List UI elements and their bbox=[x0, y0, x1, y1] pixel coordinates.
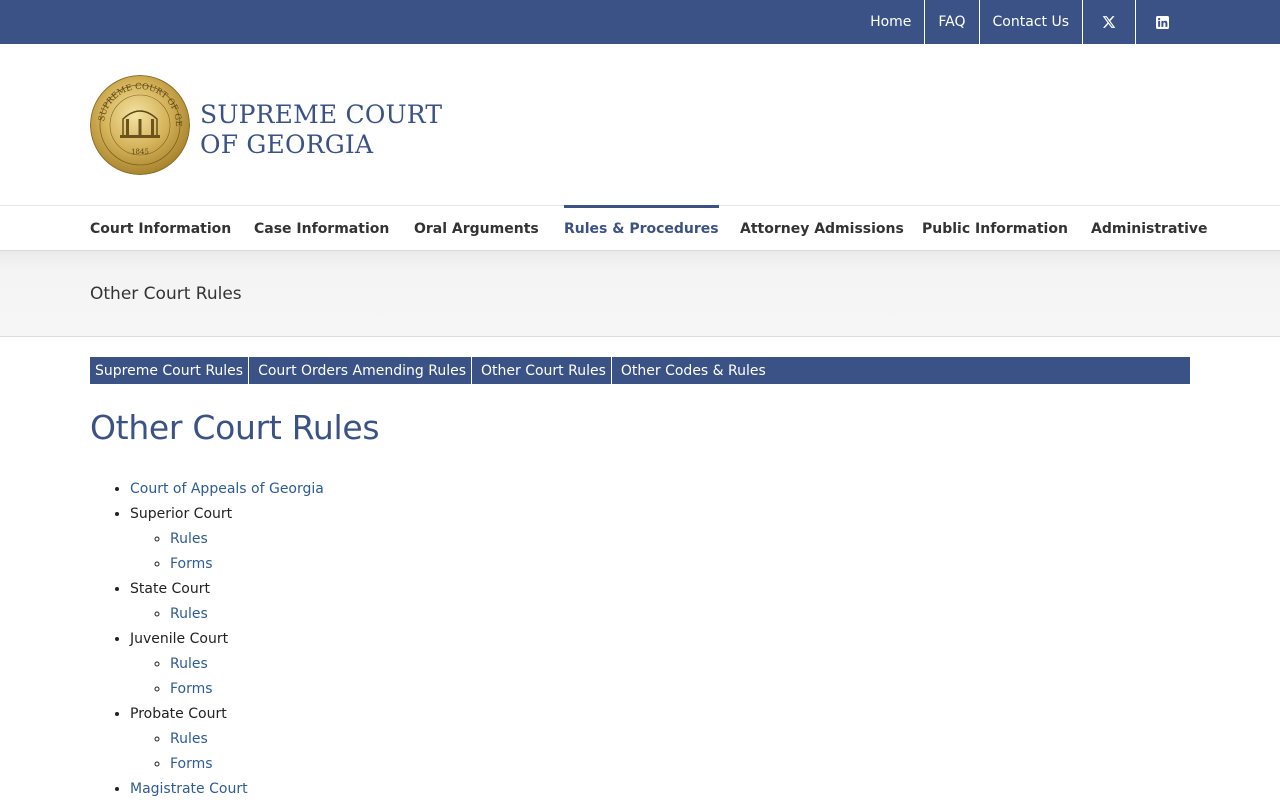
site-title-line2: OF GEORGIA bbox=[200, 130, 374, 159]
list-item: Forms bbox=[170, 677, 324, 702]
state-court-label: State Court bbox=[130, 581, 210, 597]
probate-rules-link[interactable]: Rules bbox=[170, 731, 208, 747]
list-item: Forms bbox=[170, 552, 324, 577]
x-twitter-link[interactable] bbox=[1082, 0, 1135, 44]
list-item: Forms bbox=[170, 752, 324, 777]
list-item: Rules bbox=[170, 727, 324, 752]
nav-public-information[interactable]: Public Information bbox=[922, 206, 1068, 251]
subnav-supreme-court-rules[interactable]: Supreme Court Rules bbox=[90, 357, 250, 384]
page-title-bar: Other Court Rules bbox=[0, 251, 1280, 337]
superior-rules-link[interactable]: Rules bbox=[170, 531, 208, 547]
georgia-seal-logo[interactable]: SUPREME COURT OF GEORGIA 1845 bbox=[90, 75, 190, 175]
magistrate-court-link[interactable]: Magistrate Court bbox=[130, 781, 248, 797]
top-nav-contact[interactable]: Contact Us bbox=[978, 0, 1082, 44]
juvenile-forms-link[interactable]: Forms bbox=[170, 681, 213, 697]
rules-subnav: Supreme Court Rules Court Orders Amendin… bbox=[90, 357, 1190, 384]
state-rules-link[interactable]: Rules bbox=[170, 606, 208, 622]
list-item: Court of Appeals of Georgia bbox=[130, 477, 324, 502]
list-item: Rules bbox=[170, 652, 324, 677]
juvenile-rules-link[interactable]: Rules bbox=[170, 656, 208, 672]
site-title[interactable]: SUPREME COURT OF GEORGIA bbox=[200, 100, 442, 160]
subnav-other-court-rules[interactable]: Other Court Rules bbox=[472, 357, 612, 384]
list-item: Magistrate Court bbox=[130, 777, 324, 800]
nav-rules-procedures[interactable]: Rules & Procedures bbox=[564, 205, 719, 251]
probate-forms-link[interactable]: Forms bbox=[170, 756, 213, 772]
probate-court-label: Probate Court bbox=[130, 706, 227, 722]
superior-forms-link[interactable]: Forms bbox=[170, 556, 213, 572]
site-header: SUPREME COURT OF GEORGIA 1845 SUPREME CO… bbox=[0, 44, 1280, 205]
main-nav: Court Information Case Information Oral … bbox=[0, 205, 1280, 251]
nav-case-information[interactable]: Case Information bbox=[254, 206, 389, 251]
top-nav-faq[interactable]: FAQ bbox=[924, 0, 978, 44]
subnav-court-orders-amending-rules[interactable]: Court Orders Amending Rules bbox=[249, 357, 472, 384]
court-of-appeals-link[interactable]: Court of Appeals of Georgia bbox=[130, 481, 324, 497]
superior-court-label: Superior Court bbox=[130, 506, 233, 522]
nav-attorney-admissions[interactable]: Attorney Admissions bbox=[740, 206, 904, 251]
subnav-other-codes-rules[interactable]: Other Codes & Rules bbox=[612, 357, 771, 384]
nav-administrative[interactable]: Administrative bbox=[1091, 206, 1208, 251]
svg-text:1845: 1845 bbox=[131, 148, 149, 156]
list-item: Superior Court Rules Forms bbox=[130, 502, 324, 577]
top-nav-home[interactable]: Home bbox=[857, 0, 924, 44]
page-title-bar-text: Other Court Rules bbox=[90, 284, 242, 304]
top-utility-bar: Home FAQ Contact Us bbox=[0, 0, 1280, 44]
nav-oral-arguments[interactable]: Oral Arguments bbox=[414, 206, 539, 251]
list-item: Probate Court Rules Forms bbox=[130, 702, 324, 777]
site-title-line1: SUPREME COURT bbox=[200, 100, 443, 129]
list-item: Juvenile Court Rules Forms bbox=[130, 627, 324, 702]
court-rules-list: Court of Appeals of Georgia Superior Cou… bbox=[90, 477, 324, 800]
juvenile-court-label: Juvenile Court bbox=[130, 631, 229, 647]
list-item: State Court Rules bbox=[130, 577, 324, 627]
list-item: Rules bbox=[170, 527, 324, 552]
top-nav: Home FAQ Contact Us bbox=[857, 0, 1188, 44]
linkedin-link[interactable] bbox=[1135, 0, 1188, 44]
x-twitter-icon bbox=[1102, 16, 1116, 28]
list-item: Rules bbox=[170, 602, 324, 627]
page-heading: Other Court Rules bbox=[90, 408, 380, 447]
linkedin-icon bbox=[1155, 15, 1169, 29]
nav-court-information[interactable]: Court Information bbox=[90, 206, 231, 251]
